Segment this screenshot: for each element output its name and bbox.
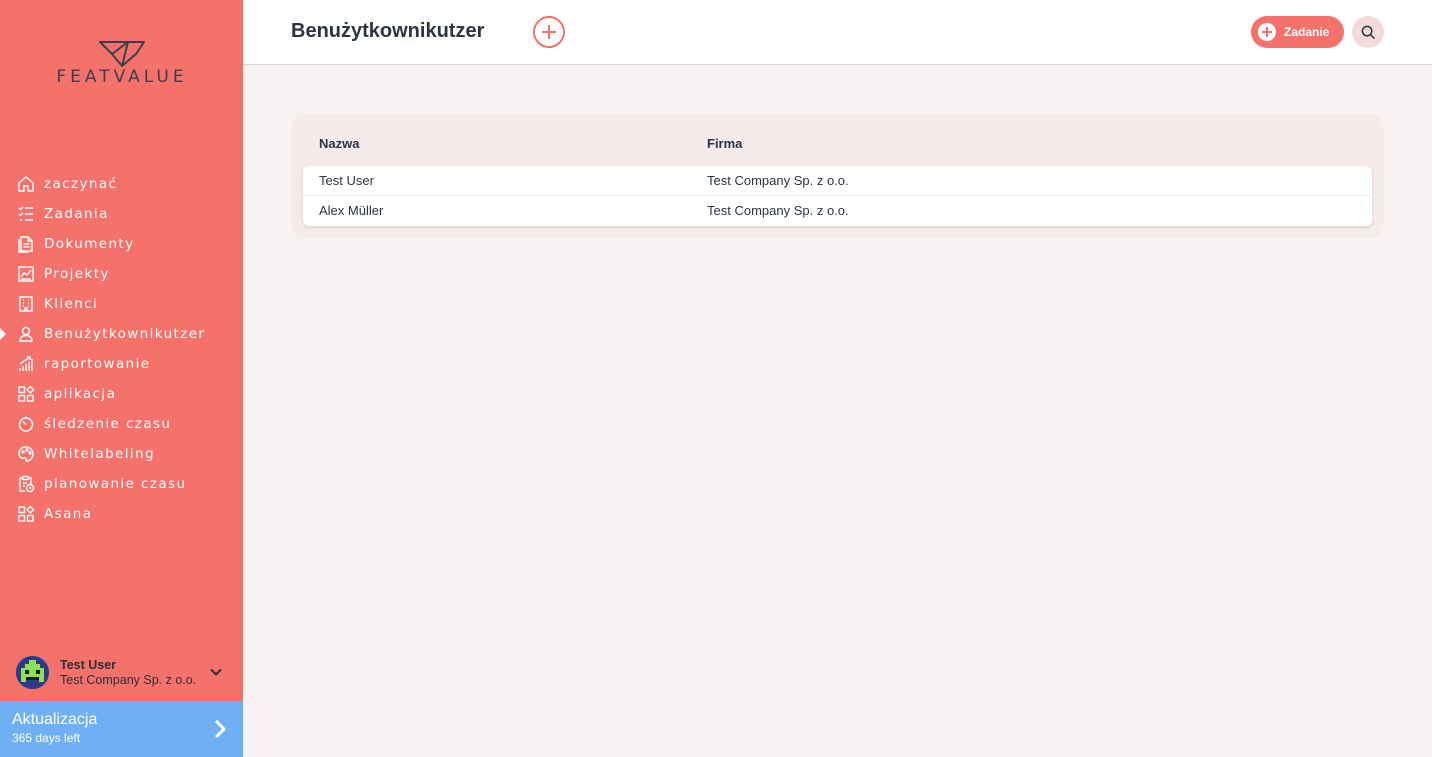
pixel-avatar-icon [16,655,49,689]
table-row[interactable]: Test User Test Company Sp. z o.o. [303,166,1372,196]
sidebar-item-sledzenie-czasu[interactable]: śledzenie czasu [0,409,243,439]
chevron-down-icon[interactable] [209,665,223,679]
user-company: Test Company Sp. z o.o. [60,672,197,687]
chart-board-icon [17,265,35,283]
timer-icon [17,415,35,433]
search-button[interactable] [1352,16,1384,48]
clipboard-clock-icon [17,475,35,493]
top-header: Benużytkownikutzer Zadanie [243,0,1432,65]
sidebar-item-label: śledzenie czasu [44,416,172,432]
chevron-right-icon [214,719,227,739]
sidebar-item-label: Zadania [44,206,109,222]
apps-grid-icon [17,505,35,523]
avatar [16,655,49,689]
cell-name: Test User [319,173,374,188]
sidebar-item-benuzytkownikutzer[interactable]: Benużytkownikutzer [0,319,243,349]
task-list-icon [17,205,35,223]
column-header-nazwa[interactable]: Nazwa [319,136,359,151]
add-task-button[interactable]: Zadanie [1251,16,1344,48]
home-icon [17,175,35,193]
cell-company: Test Company Sp. z o.o. [707,173,849,188]
sidebar-item-label: Benużytkownikutzer [44,326,206,342]
logo-mark-icon [99,41,145,67]
apps-grid-icon [17,385,35,403]
sidebar-item-zadania[interactable]: Zadania [0,199,243,229]
featvalue-logo[interactable]: FEATVALUE [36,40,208,90]
sidebar-item-label: aplikacja [44,386,117,402]
user-icon [17,325,35,343]
add-task-label: Zadanie [1284,25,1330,39]
document-icon [17,235,35,253]
page-title: Benużytkownikutzer [291,20,485,42]
sidebar-item-klienci[interactable]: Klienci [0,289,243,319]
sidebar-item-label: Whitelabeling [44,446,155,462]
logo-text: FEATVALUE [56,67,188,87]
add-user-button[interactable] [533,16,565,48]
sidebar-item-label: Asana [44,506,93,522]
sidebar-item-planowanie-czasu[interactable]: planowanie czasu [0,469,243,499]
sidebar-item-whitelabeling[interactable]: Whitelabeling [0,439,243,469]
table-body: Test User Test Company Sp. z o.o. Alex M… [303,166,1372,226]
sidebar-item-dokumenty[interactable]: Dokumenty [0,229,243,259]
sidebar-item-projekty[interactable]: Projekty [0,259,243,289]
sidebar-item-label: planowanie czasu [44,476,187,492]
palette-icon [17,445,35,463]
upgrade-title: Aktualizacja [12,711,98,728]
users-table: Nazwa Firma Test User Test Company Sp. z… [291,114,1384,238]
column-header-firma[interactable]: Firma [707,136,742,151]
sidebar-item-asana[interactable]: Asana [0,499,243,529]
sidebar-nav: zaczynać Zadania Dokumenty Projekty Klie… [0,169,243,529]
sidebar-item-label: Projekty [44,266,110,282]
sidebar-item-label: zaczynać [44,176,118,192]
plus-icon [1258,23,1276,41]
search-icon [1361,25,1375,39]
table-row[interactable]: Alex Müller Test Company Sp. z o.o. [303,196,1372,226]
user-name: Test User [60,657,117,672]
sidebar-item-label: Klienci [44,296,99,312]
cell-name: Alex Müller [319,203,384,218]
upgrade-banner[interactable]: Aktualizacja 365 days left [0,701,243,757]
bar-chart-icon [17,355,35,373]
building-icon [17,295,35,313]
sidebar-item-label: raportowanie [44,356,151,372]
sidebar-item-aplikacja[interactable]: aplikacja [0,379,243,409]
upgrade-days-left: 365 days left [12,731,81,745]
cell-company: Test Company Sp. z o.o. [707,203,849,218]
sidebar-item-label: Dokumenty [44,236,135,252]
sidebar: FEATVALUE zaczynać Zadania Dokumenty Pro… [0,0,243,757]
user-menu[interactable]: Test User Test Company Sp. z o.o. [0,645,243,699]
sidebar-item-zaczynac[interactable]: zaczynać [0,169,243,199]
sidebar-item-raportowanie[interactable]: raportowanie [0,349,243,379]
